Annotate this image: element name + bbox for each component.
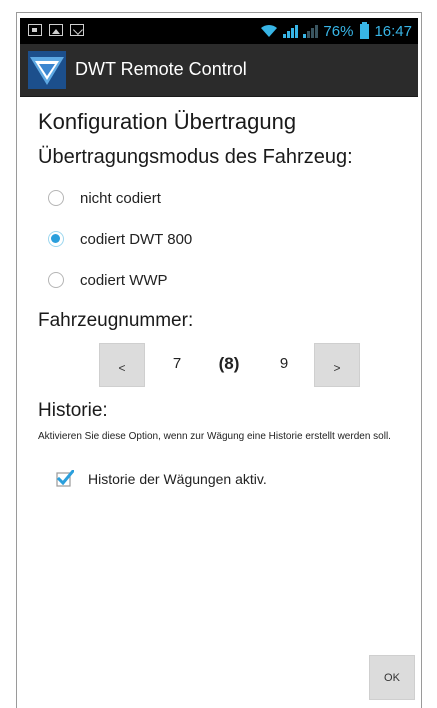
battery-percent: 76% [323,22,354,40]
history-checkbox-row[interactable]: Historie der Wägungen aktiv. [56,469,267,489]
app-title: DWT Remote Control [75,59,247,79]
mail-icon [70,24,84,36]
radio-option-codiert-wwp[interactable]: codiert WWP [48,268,168,292]
radio-label: nicht codiert [80,189,161,207]
vehicle-number-heading: Fahrzeugnummer: [38,310,194,331]
radio-option-nicht-codiert[interactable]: nicht codiert [48,186,161,210]
transmission-mode-heading: Übertragungsmodus des Fahrzeug: [38,146,353,168]
sim-icon [28,24,42,36]
clock: 16:47 [374,22,412,40]
radio-label: codiert WWP [80,271,168,289]
radio-label: codiert DWT 800 [80,230,193,248]
current-vehicle-value: (8) [218,354,240,373]
notification-icons [28,24,84,38]
app-bar: DWT Remote Control [20,44,418,97]
prev-vehicle-button[interactable]: < [99,343,145,387]
signal-strength-secondary-icon [303,24,319,38]
battery-icon [360,21,370,39]
next-vehicle-value: 9 [279,355,289,372]
status-bar: 76% 16:47 [20,18,418,44]
ok-button[interactable]: OK [369,655,415,700]
history-description: Aktivieren Sie diese Option, wenn zur Wä… [38,431,391,442]
radio-button[interactable] [48,272,64,288]
wifi-icon [261,24,278,37]
signal-strength-icon [283,24,299,38]
image-icon [49,24,63,36]
status-indicators: 76% 16:47 [260,21,412,41]
checkbox-checked-icon[interactable] [56,470,74,488]
prev-vehicle-value: 7 [172,355,182,372]
radio-option-codiert-dwt-800[interactable]: codiert DWT 800 [48,227,192,251]
radio-button-selected[interactable] [48,231,64,247]
radio-button[interactable] [48,190,64,206]
history-heading: Historie: [38,400,108,421]
history-checkbox-label: Historie der Wägungen aktiv. [88,471,267,487]
dwt-logo-icon[interactable] [28,51,66,89]
page-title: Konfiguration Übertragung [38,109,297,134]
next-vehicle-button[interactable]: > [314,343,360,387]
